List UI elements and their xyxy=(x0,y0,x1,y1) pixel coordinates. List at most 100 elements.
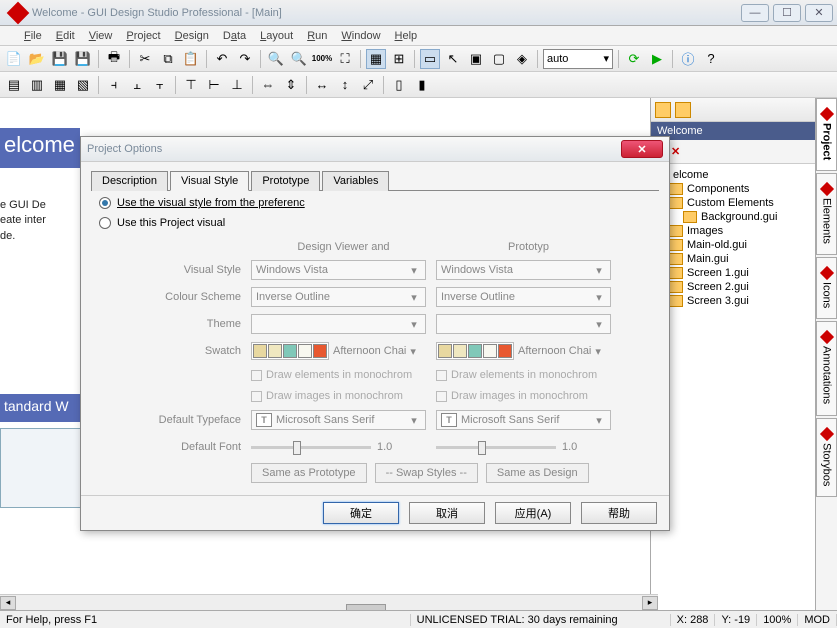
close-button[interactable]: ✕ xyxy=(805,4,833,22)
maximize-button[interactable]: ☐ xyxy=(773,4,801,22)
radio-use-preference[interactable]: Use the visual style from the preferenc xyxy=(99,197,659,209)
scroll-left-button[interactable]: ◂ xyxy=(0,596,16,610)
tab-visual-style[interactable]: Visual Style xyxy=(170,171,249,191)
sidetab-project[interactable]: Project xyxy=(816,98,837,171)
tree-node[interactable]: Background.gui xyxy=(655,210,811,224)
tab-description[interactable]: Description xyxy=(91,171,168,191)
slider-font-proto[interactable]: 1.0 xyxy=(436,441,611,453)
same-as-design-button[interactable]: Same as Design xyxy=(486,463,589,483)
cancel-button[interactable]: 取消 xyxy=(409,502,485,524)
align6[interactable]: ⫠ xyxy=(127,75,147,95)
panel-tab-welcome[interactable]: Welcome xyxy=(651,122,815,140)
order1[interactable]: ▯ xyxy=(389,75,409,95)
tree-node[interactable]: Screen 2.gui xyxy=(655,280,811,294)
snap-button[interactable]: ⊞ xyxy=(389,49,409,69)
folder-icon[interactable] xyxy=(655,102,671,118)
zoomin-button[interactable]: 🔍 xyxy=(266,49,286,69)
zoomout-button[interactable]: 🔍 xyxy=(289,49,309,69)
align10[interactable]: ⊥ xyxy=(227,75,247,95)
redo-button[interactable]: ↷ xyxy=(235,49,255,69)
menu-file[interactable]: File xyxy=(18,28,48,44)
size1[interactable]: ↔ xyxy=(312,75,332,95)
print-button[interactable]: 🖶 xyxy=(104,49,124,69)
new-button[interactable]: 📄 xyxy=(4,49,24,69)
select-visual-style-design[interactable]: Windows Vista▾ xyxy=(251,260,426,280)
swatch-design[interactable] xyxy=(251,342,329,360)
tool3-button[interactable]: ◈ xyxy=(512,49,532,69)
check-mono-img-design[interactable]: Draw images in monochrom xyxy=(251,390,426,402)
sidetab-annotations[interactable]: Annotations xyxy=(816,321,837,415)
cut-button[interactable]: ✂ xyxy=(135,49,155,69)
tree-node[interactable]: Custom Elements xyxy=(655,196,811,210)
same-as-prototype-button[interactable]: Same as Prototype xyxy=(251,463,367,483)
copy-button[interactable]: ⧉ xyxy=(158,49,178,69)
tab-variables[interactable]: Variables xyxy=(322,171,389,191)
folder-icon[interactable] xyxy=(675,102,691,118)
size3[interactable]: ⤢ xyxy=(358,75,378,95)
align8[interactable]: ⊤ xyxy=(181,75,201,95)
align7[interactable]: ⫟ xyxy=(150,75,170,95)
save-button[interactable]: 💾 xyxy=(50,49,70,69)
menu-edit[interactable]: Edit xyxy=(50,28,81,44)
tool2-button[interactable]: ▢ xyxy=(489,49,509,69)
select-typeface-design[interactable]: TMicrosoft Sans Serif▾ xyxy=(251,410,426,430)
menu-project[interactable]: Project xyxy=(120,28,166,44)
align9[interactable]: ⊢ xyxy=(204,75,224,95)
refresh-button[interactable]: ⟳ xyxy=(624,49,644,69)
select-colour-proto[interactable]: Inverse Outline▾ xyxy=(436,287,611,307)
select-typeface-proto[interactable]: TMicrosoft Sans Serif▾ xyxy=(436,410,611,430)
tab-prototype[interactable]: Prototype xyxy=(251,171,320,191)
select-colour-design[interactable]: Inverse Outline▾ xyxy=(251,287,426,307)
dialog-titlebar[interactable]: Project Options ✕ xyxy=(81,137,669,162)
menu-help[interactable]: Help xyxy=(389,28,424,44)
sidetab-storyboard[interactable]: Storybos xyxy=(816,418,837,497)
sidetab-icons[interactable]: Icons xyxy=(816,257,837,319)
align2[interactable]: ▥ xyxy=(27,75,47,95)
info-button[interactable]: ⓘ xyxy=(678,49,698,69)
tree-node[interactable]: Main.gui xyxy=(655,252,811,266)
paste-button[interactable]: 📋 xyxy=(181,49,201,69)
menu-design[interactable]: Design xyxy=(169,28,215,44)
select-theme-design[interactable]: ▾ xyxy=(251,314,426,334)
check-mono-elem-design[interactable]: Draw elements in monochrom xyxy=(251,369,426,381)
menu-layout[interactable]: Layout xyxy=(254,28,299,44)
help-button[interactable]: ? xyxy=(701,49,721,69)
swatch-proto[interactable] xyxy=(436,342,514,360)
undo-button[interactable]: ↶ xyxy=(212,49,232,69)
saveall-button[interactable]: 💾 xyxy=(73,49,93,69)
ok-button[interactable]: 确定 xyxy=(323,502,399,524)
pointer-button[interactable]: ▭ xyxy=(420,49,440,69)
radio-use-project[interactable]: Use this Project visual xyxy=(99,217,659,229)
delete-icon[interactable]: ✕ xyxy=(671,145,680,158)
check-mono-elem-proto[interactable]: Draw elements in monochrom xyxy=(436,369,611,381)
align3[interactable]: ▦ xyxy=(50,75,70,95)
select-button[interactable]: ↖ xyxy=(443,49,463,69)
grid-button[interactable]: ▦ xyxy=(366,49,386,69)
tree-node[interactable]: Main-old.gui xyxy=(655,238,811,252)
select-visual-style-proto[interactable]: Windows Vista▾ xyxy=(436,260,611,280)
dialog-close-button[interactable]: ✕ xyxy=(621,140,663,158)
dist1[interactable]: ⇔ xyxy=(258,75,278,95)
select-theme-proto[interactable]: ▾ xyxy=(436,314,611,334)
order2[interactable]: ▮ xyxy=(412,75,432,95)
zoomfit-button[interactable]: ⛶ xyxy=(335,49,355,69)
zoom-select[interactable]: auto▾ xyxy=(543,49,613,69)
align1[interactable]: ▤ xyxy=(4,75,24,95)
menu-window[interactable]: Window xyxy=(335,28,386,44)
zoom100-button[interactable]: 100% xyxy=(312,49,332,69)
tree-node[interactable]: Screen 3.gui xyxy=(655,294,811,308)
horizontal-scrollbar[interactable]: ◂ ▸ xyxy=(0,594,658,610)
size2[interactable]: ↕ xyxy=(335,75,355,95)
minimize-button[interactable]: — xyxy=(741,4,769,22)
tree-node[interactable]: Images xyxy=(655,224,811,238)
align5[interactable]: ⫞ xyxy=(104,75,124,95)
align4[interactable]: ▧ xyxy=(73,75,93,95)
slider-font-design[interactable]: 1.0 xyxy=(251,441,426,453)
tool1-button[interactable]: ▣ xyxy=(466,49,486,69)
tree-node[interactable]: Screen 1.gui xyxy=(655,266,811,280)
apply-button[interactable]: 应用(A) xyxy=(495,502,571,524)
run-button[interactable]: ▶ xyxy=(647,49,667,69)
swap-styles-button[interactable]: -- Swap Styles -- xyxy=(375,463,478,483)
project-tree[interactable]: elcomeComponentsCustom ElementsBackgroun… xyxy=(651,164,815,610)
sidetab-elements[interactable]: Elements xyxy=(816,173,837,255)
